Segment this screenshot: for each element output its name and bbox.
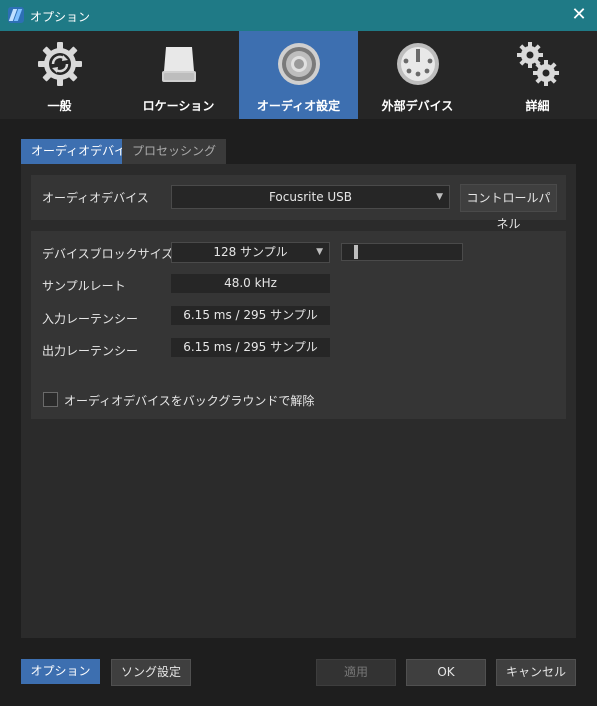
ok-button[interactable]: OK (406, 659, 486, 686)
category-audio-settings[interactable]: オーディオ設定 (239, 31, 358, 119)
audio-device-value: Focusrite USB (268, 190, 353, 204)
category-label: 一般 (47, 99, 72, 113)
app-logo-icon (8, 7, 24, 23)
gear-refresh-icon (38, 42, 82, 86)
window-title: オプション (30, 10, 91, 24)
output-latency-label: 出力レーテンシー (42, 344, 139, 358)
slider-handle[interactable] (354, 245, 358, 259)
chevron-down-icon: ▼ (316, 247, 323, 257)
title-bar: オプション ✕ (0, 0, 597, 31)
apply-button[interactable]: 適用 (316, 659, 396, 686)
block-size-label: デバイスブロックサイズ (42, 247, 174, 261)
midi-port-icon (397, 43, 439, 85)
category-advanced[interactable]: 詳細 (478, 31, 597, 119)
close-button[interactable]: ✕ (569, 5, 589, 25)
category-external-devices[interactable]: 外部デバイス (358, 31, 477, 119)
output-latency-value: 6.15 ms / 295 サンプル (171, 338, 330, 357)
block-size-value: 128 サンプル (213, 245, 288, 259)
control-panel-button[interactable]: コントロールパネル (460, 184, 557, 231)
song-settings-button[interactable]: ソング設定 (111, 659, 191, 686)
input-latency-value: 6.15 ms / 295 サンプル (171, 306, 330, 325)
drive-icon (162, 47, 196, 82)
audio-device-label: オーディオデバイス (42, 191, 149, 205)
block-size-select[interactable]: 128 サンプル ▼ (171, 242, 330, 263)
block-size-slider[interactable] (341, 243, 463, 261)
category-label: ロケーション (142, 99, 215, 113)
tab-processing[interactable]: プロセッシング (122, 139, 227, 164)
speaker-icon (278, 43, 320, 85)
category-label: オーディオ設定 (256, 99, 341, 113)
input-latency-label: 入力レーテンシー (42, 312, 139, 326)
audio-device-select[interactable]: Focusrite USB ▼ (171, 185, 450, 209)
chevron-down-icon: ▼ (436, 192, 443, 202)
category-label: 外部デバイス (381, 99, 454, 113)
options-button[interactable]: オプション (21, 659, 100, 684)
background-release-label: オーディオデバイスをバックグラウンドで解除 (64, 394, 315, 408)
gears-icon (517, 42, 559, 86)
cancel-button[interactable]: キャンセル (496, 659, 576, 686)
category-general[interactable]: 一般 (0, 31, 119, 119)
category-bar: 一般 ロケーション オーディオ設定 外部デバイス 詳細 (0, 31, 597, 119)
category-label: 詳細 (525, 99, 550, 113)
category-locations[interactable]: ロケーション (119, 31, 238, 119)
sample-rate-value: 48.0 kHz (171, 274, 330, 293)
sample-rate-label: サンプルレート (42, 279, 126, 293)
options-window: オプション ✕ 一般 ロケーション オーディオ設定 外部デバイス 詳細 オーディ… (0, 0, 597, 706)
background-release-checkbox[interactable] (43, 392, 58, 407)
